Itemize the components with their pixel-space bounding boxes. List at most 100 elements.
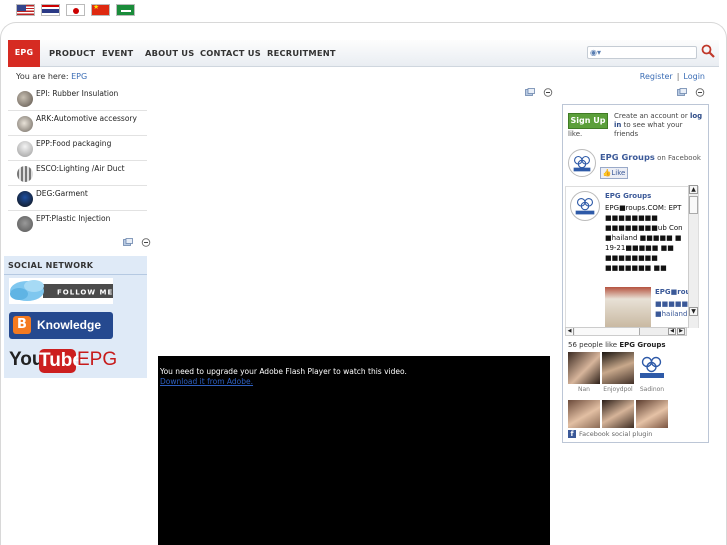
- flag-arabic-icon[interactable]: [116, 4, 135, 16]
- nav-item-epg[interactable]: EPG: [8, 40, 40, 67]
- nav-item-contact-us[interactable]: CONTACT US: [200, 48, 261, 58]
- account-separator: |: [676, 72, 680, 81]
- page-suffix-text: on Facebook: [654, 154, 701, 162]
- fan-name[interactable]: Enjoydpol: [602, 386, 634, 393]
- feed-horizontal-scrollbar[interactable]: ◀ ◀ ▶: [565, 327, 687, 336]
- facebook-like-button[interactable]: 👍Like: [600, 167, 628, 179]
- breadcrumb-current[interactable]: EPG: [71, 72, 87, 81]
- menu-item-label: ESCO:Lighting /Air Duct: [36, 164, 125, 173]
- blogger-icon: B: [13, 316, 31, 334]
- epg-logo-icon[interactable]: [568, 149, 596, 177]
- feed-vertical-scrollbar[interactable]: ▲ ▼: [688, 185, 698, 328]
- flash-download-link[interactable]: Download it from Adobe.: [160, 377, 253, 386]
- fans-prefix: 56 people like: [568, 341, 620, 349]
- rubber-insulation-icon: [17, 91, 33, 107]
- flash-upgrade-message: You need to upgrade your Adobe Flash Pla…: [160, 367, 407, 376]
- feed-post-text-2: ■■■■■ ■hailand: [655, 300, 689, 318]
- flash-video-player[interactable]: You need to upgrade your Adobe Flash Pla…: [158, 356, 550, 545]
- nav-item-about-us[interactable]: ABOUT US: [145, 48, 194, 58]
- follow-me-button[interactable]: FOLLOW ME: [9, 278, 113, 304]
- follow-me-label: FOLLOW ME: [57, 289, 113, 297]
- menu-item-epi[interactable]: EPI: Rubber Insulation: [8, 86, 147, 111]
- scroll-thumb[interactable]: [689, 196, 698, 214]
- login-link[interactable]: Login: [683, 72, 705, 81]
- food-packaging-icon: [17, 141, 33, 157]
- menu-item-label: EPI: Rubber Insulation: [36, 89, 119, 98]
- feed-post-photo[interactable]: [605, 287, 651, 327]
- collapse-icon[interactable]: [543, 88, 553, 97]
- fan-name[interactable]: Sadinon: [636, 386, 668, 393]
- scroll-right-arrow-icon[interactable]: ▶: [677, 328, 685, 335]
- garment-icon: [17, 191, 33, 207]
- youtube-tube-badge: Tube: [39, 349, 83, 373]
- settings-icon[interactable]: [677, 88, 687, 97]
- feed-post-author[interactable]: EPG Groups: [605, 192, 651, 200]
- youtube-epg-button[interactable]: You Tube EPG: [9, 348, 118, 376]
- fan-name[interactable]: Nan: [568, 386, 600, 393]
- nav-item-product[interactable]: PRODUCT: [49, 48, 95, 58]
- search-scope-icon[interactable]: ◉▾: [590, 48, 601, 57]
- scroll-left-arrow-icon[interactable]: ◀: [668, 328, 676, 335]
- scroll-down-arrow-icon[interactable]: ▼: [689, 307, 698, 316]
- facebook-feed: EPG Groups EPG■roups.COM: EPT ■■■■■■■■ ■…: [565, 186, 699, 328]
- signup-text-3: like.: [568, 130, 583, 138]
- menu-item-ark[interactable]: ARK:Automotive accessory: [8, 111, 147, 136]
- search-icon[interactable]: [701, 44, 715, 58]
- module-controls-center: [525, 88, 558, 97]
- scroll-thumb-horizontal[interactable]: [575, 328, 640, 335]
- collapse-icon[interactable]: [695, 88, 705, 97]
- module-controls-left: [123, 238, 156, 247]
- feed-post-text: EPG■roups.COM: EPT ■■■■■■■■ ■■■■■■■■ub C…: [605, 204, 683, 272]
- plugin-label: Facebook social plugin: [579, 430, 653, 438]
- facebook-icon: f: [568, 430, 576, 438]
- module-controls-right: [677, 88, 710, 97]
- collapse-icon[interactable]: [141, 238, 151, 247]
- youtube-channel-name: EPG: [77, 349, 118, 370]
- menu-item-ept[interactable]: EPT:Plastic Injection: [8, 211, 147, 236]
- menu-item-label: ARK:Automotive accessory: [36, 114, 137, 123]
- blog-knowledge-label: Knowledge: [37, 318, 102, 332]
- blog-knowledge-button[interactable]: B Knowledge: [9, 312, 113, 339]
- flag-english-icon[interactable]: [16, 4, 35, 16]
- epg-logo-icon: [570, 191, 600, 221]
- fan-avatar[interactable]: [602, 352, 634, 384]
- menu-item-label: EPT:Plastic Injection: [36, 214, 111, 223]
- settings-icon[interactable]: [123, 238, 133, 247]
- fan-avatar[interactable]: [568, 400, 600, 428]
- menu-item-epp[interactable]: EPP:Food packaging: [8, 136, 147, 161]
- scroll-up-arrow-icon[interactable]: ▲: [689, 185, 698, 194]
- fan-avatar[interactable]: [602, 400, 634, 428]
- account-links: Register | Login: [640, 72, 705, 81]
- page-name-text[interactable]: EPG Groups: [600, 152, 655, 162]
- social-network-panel: SOCIAL NETWORK FOLLOW ME B Knowledge You…: [4, 256, 147, 378]
- plastic-injection-icon: [17, 216, 33, 232]
- flag-thai-icon[interactable]: [41, 4, 60, 16]
- nav-item-event[interactable]: EVENT: [102, 48, 133, 58]
- flag-chinese-icon[interactable]: [91, 4, 110, 16]
- divider: [4, 274, 147, 275]
- menu-item-esco[interactable]: ESCO:Lighting /Air Duct: [8, 161, 147, 186]
- nav-item-recruitment[interactable]: RECRUITMENT: [267, 48, 336, 58]
- lighting-air-duct-icon: [17, 166, 33, 182]
- scroll-left-arrow-icon[interactable]: ◀: [566, 328, 574, 335]
- fan-avatar-epg-logo[interactable]: [636, 352, 668, 384]
- automotive-accessory-icon: [17, 116, 33, 132]
- facebook-like-box: Sign Up Create an account or log in to s…: [562, 104, 709, 443]
- breadcrumb: You are here: EPG: [16, 72, 87, 81]
- facebook-signup-text: Create an account or log in to see what …: [614, 112, 706, 139]
- fan-avatar[interactable]: [636, 400, 668, 428]
- like-label: Like: [611, 169, 626, 177]
- facebook-signup-button[interactable]: Sign Up: [568, 113, 608, 129]
- language-flags: [16, 4, 135, 18]
- facebook-page-name[interactable]: EPG Groups on Facebook: [600, 152, 701, 162]
- menu-item-deg[interactable]: DEG:Garment: [8, 186, 147, 211]
- fan-avatar[interactable]: [568, 352, 600, 384]
- product-menu: EPI: Rubber Insulation ARK:Automotive ac…: [8, 86, 147, 236]
- fans-page-name[interactable]: EPG Groups: [619, 341, 665, 349]
- settings-icon[interactable]: [525, 88, 535, 97]
- facebook-fans-count: 56 people like EPG Groups: [568, 341, 666, 349]
- search-input[interactable]: ◉▾: [587, 46, 697, 59]
- register-link[interactable]: Register: [640, 72, 673, 81]
- flag-japanese-icon[interactable]: [66, 4, 85, 16]
- facebook-plugin-footer[interactable]: f Facebook social plugin: [568, 430, 652, 438]
